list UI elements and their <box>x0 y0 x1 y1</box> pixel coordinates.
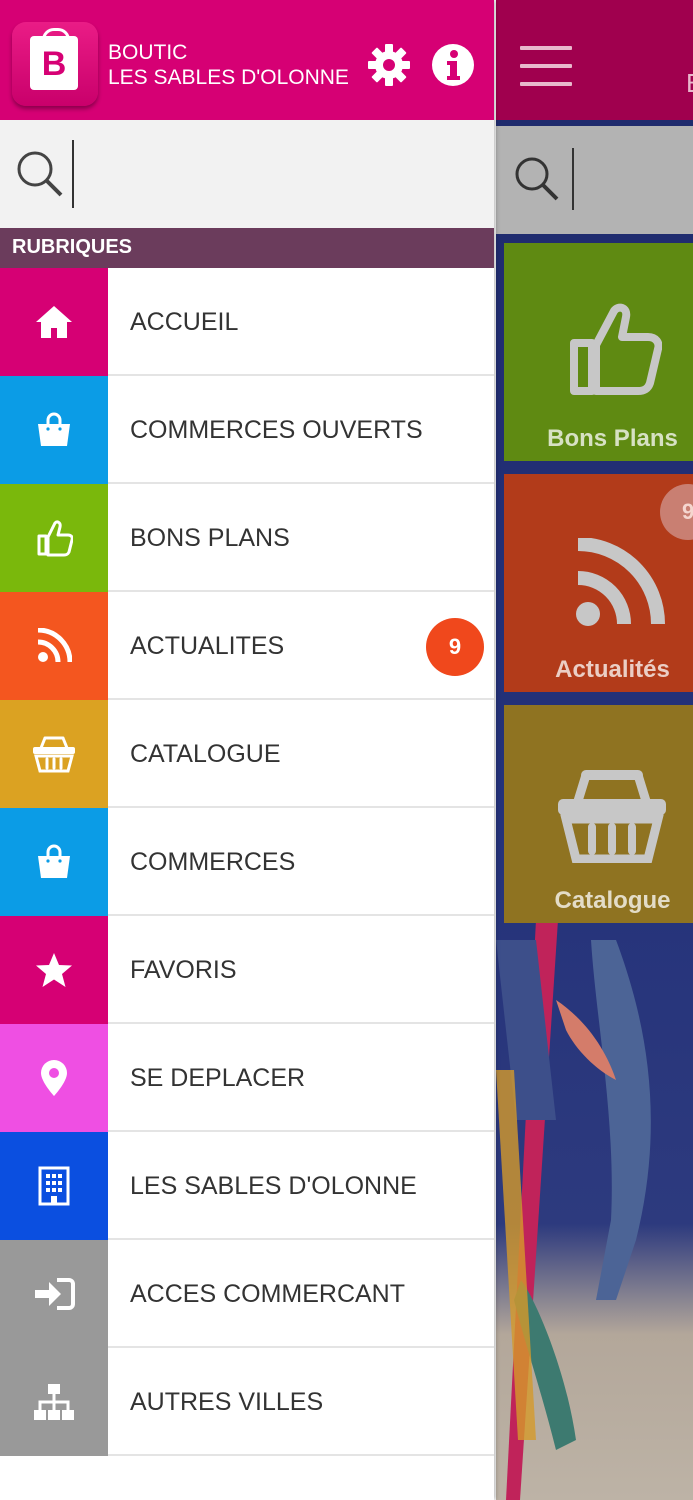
app-title: BOUTIC LES SABLES D'OLONNE <box>108 40 349 90</box>
gear-icon[interactable] <box>366 42 412 88</box>
navigation-drawer: B BOUTIC LES SABLES D'OLONNE RUBRIQUES A… <box>0 0 494 1500</box>
menu-item-label: ACCUEIL <box>130 308 239 336</box>
shopping-bag-logo-icon: B <box>30 28 78 90</box>
app-logo[interactable]: B <box>12 22 98 106</box>
tile-badge: 9 <box>660 484 693 540</box>
section-header-rubriques: RUBRIQUES <box>0 228 494 268</box>
shopping-bag-icon <box>0 376 108 484</box>
building-icon <box>0 1132 108 1240</box>
tile-label: Catalogue <box>554 887 671 914</box>
rss-icon <box>576 538 665 626</box>
basket-icon <box>0 700 108 808</box>
search-input[interactable] <box>72 140 482 208</box>
tile-label: Actualités <box>555 656 670 683</box>
menu-item-favoris[interactable]: FAVORIS <box>0 916 494 1024</box>
tile-label: Bons Plans <box>547 425 678 452</box>
menu-item-se-deplacer[interactable]: SE DEPLACER <box>0 1024 494 1132</box>
menu-item-label: AUTRES VILLES <box>130 1388 324 1416</box>
menu-item-catalogue[interactable]: CATALOGUE <box>0 700 494 808</box>
info-icon[interactable] <box>430 42 476 88</box>
rss-icon <box>0 592 108 700</box>
menu-item-acces-commercant[interactable]: ACCES COMMERCANT <box>0 1240 494 1348</box>
drawer-header: B BOUTIC LES SABLES D'OLONNE <box>0 0 494 120</box>
background-header-letter: B <box>686 68 693 99</box>
menu-item-actualites[interactable]: ACTUALITES 9 <box>0 592 494 700</box>
basket-icon <box>558 770 666 863</box>
home-icon <box>0 268 108 376</box>
hamburger-menu-icon[interactable] <box>520 44 572 88</box>
menu-item-label: FAVORIS <box>130 956 237 984</box>
menu-item-bons-plans[interactable]: BONS PLANS <box>0 484 494 592</box>
map-marker-icon <box>0 1024 108 1132</box>
menu-item-label: BONS PLANS <box>130 524 290 552</box>
star-icon <box>0 916 108 1024</box>
tile-catalogue[interactable]: Catalogue <box>504 705 693 923</box>
shopping-bag-icon <box>0 808 108 916</box>
sign-in-icon <box>0 1240 108 1348</box>
menu-item-les-sables-d-olonne[interactable]: LES SABLES D'OLONNE <box>0 1132 494 1240</box>
menu-item-label: ACTUALITES <box>130 632 285 660</box>
menu-item-label: COMMERCES OUVERTS <box>130 416 423 444</box>
tile-actualites[interactable]: 9 Actualités <box>504 474 693 692</box>
menu-item-commerces[interactable]: COMMERCES <box>0 808 494 916</box>
divider <box>108 1454 494 1456</box>
menu-item-label: CATALOGUE <box>130 740 281 768</box>
background-search-icon <box>515 157 559 201</box>
menu-item-label: COMMERCES <box>130 848 296 876</box>
app-title-line1: BOUTIC <box>108 41 188 64</box>
notification-badge: 9 <box>426 618 484 676</box>
thumbs-up-icon <box>570 303 662 395</box>
menu-item-commerces-ouverts[interactable]: COMMERCES OUVERTS <box>0 376 494 484</box>
thumbs-up-icon <box>0 484 108 592</box>
menu-item-label: SE DEPLACER <box>130 1064 306 1092</box>
tile-bons-plans[interactable]: Bons Plans <box>504 243 693 461</box>
menu-item-autres-villes[interactable]: AUTRES VILLES <box>0 1348 494 1456</box>
menu-item-accueil[interactable]: ACCUEIL <box>0 268 494 376</box>
search-icon <box>17 151 63 197</box>
menu-item-label: ACCES COMMERCANT <box>130 1280 406 1308</box>
logo-letter: B <box>41 45 67 83</box>
menu-item-label: LES SABLES D'OLONNE <box>130 1172 417 1200</box>
background-search-bar[interactable] <box>496 126 693 234</box>
sitemap-icon <box>0 1348 108 1456</box>
app-title-line2: LES SABLES D'OLONNE <box>108 66 349 89</box>
